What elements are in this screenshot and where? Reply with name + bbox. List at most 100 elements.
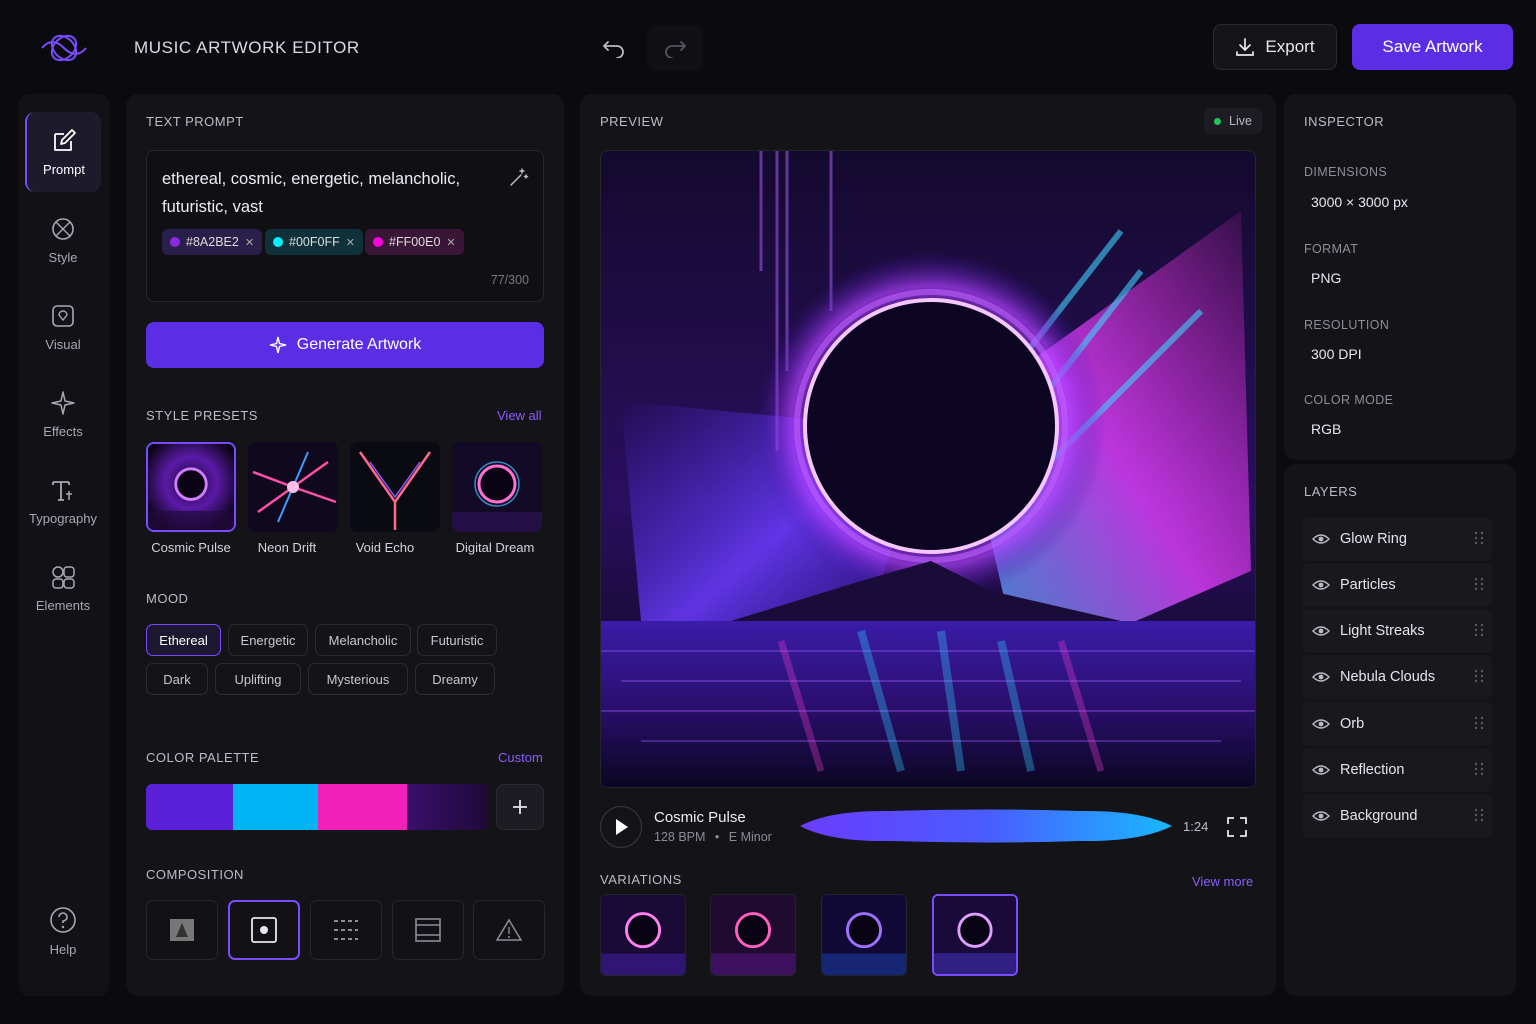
layer-item[interactable]: Glow Ring bbox=[1302, 517, 1492, 561]
mood-chip[interactable]: Dreamy bbox=[415, 663, 495, 695]
dimensions-value[interactable]: 3000 × 3000 px bbox=[1311, 194, 1408, 210]
layer-item[interactable]: Light Streaks bbox=[1302, 609, 1492, 653]
rail-label: Typography bbox=[29, 510, 97, 526]
meta-separator: • bbox=[714, 830, 720, 844]
prompt-text[interactable]: ethereal, cosmic, energetic, melancholic… bbox=[162, 165, 492, 221]
composition-focus-icon bbox=[251, 917, 277, 943]
color-chip[interactable]: #FF00E0 ✕ bbox=[365, 229, 464, 255]
live-badge: Live bbox=[1204, 108, 1262, 134]
resolution-value[interactable]: 300 DPI bbox=[1311, 346, 1362, 362]
custom-palette-link[interactable]: Custom bbox=[498, 750, 543, 765]
palette-swatch[interactable] bbox=[318, 784, 407, 830]
tool-rail: Prompt Style Visual Effects Typography E… bbox=[19, 94, 109, 996]
mood-chip[interactable]: Mysterious bbox=[308, 663, 408, 695]
composition-option[interactable] bbox=[392, 900, 464, 960]
composition-centered-icon bbox=[170, 919, 194, 941]
rail-label: Prompt bbox=[43, 161, 85, 177]
section-title: MOOD bbox=[146, 591, 189, 606]
color-palette-bar[interactable] bbox=[146, 784, 488, 830]
section-title: LAYERS bbox=[1304, 484, 1358, 499]
layer-item[interactable]: Orb bbox=[1302, 702, 1492, 746]
layer-item[interactable]: Nebula Clouds bbox=[1302, 655, 1492, 699]
section-title: COLOR PALETTE bbox=[146, 750, 260, 765]
composition-option[interactable] bbox=[228, 900, 300, 960]
mood-chip[interactable]: Melancholic bbox=[315, 624, 411, 656]
layer-name: Particles bbox=[1340, 577, 1396, 593]
rail-item-elements[interactable]: Elements bbox=[25, 548, 101, 628]
drag-handle-icon[interactable] bbox=[1474, 716, 1484, 730]
preset-thumbnail[interactable] bbox=[350, 442, 440, 532]
add-color-button[interactable] bbox=[496, 784, 544, 830]
preset-thumbnail[interactable] bbox=[452, 442, 542, 532]
mood-chip[interactable]: Ethereal bbox=[146, 624, 221, 656]
eye-icon[interactable] bbox=[1312, 625, 1330, 637]
section-title: VARIATIONS bbox=[600, 872, 682, 887]
play-icon bbox=[616, 819, 628, 835]
palette-swatch[interactable] bbox=[146, 784, 233, 830]
drag-handle-icon[interactable] bbox=[1474, 669, 1484, 683]
save-artwork-button[interactable]: Save Artwork bbox=[1352, 24, 1513, 70]
rail-item-prompt[interactable]: Prompt bbox=[25, 112, 101, 192]
artwork-preview-canvas[interactable] bbox=[600, 150, 1256, 788]
remove-chip-icon[interactable]: ✕ bbox=[245, 236, 254, 249]
variation-thumbnail[interactable] bbox=[710, 894, 796, 976]
color-mode-value[interactable]: RGB bbox=[1311, 421, 1341, 437]
preset-thumbnail[interactable] bbox=[248, 442, 338, 532]
redo-button[interactable] bbox=[647, 25, 703, 71]
drag-handle-icon[interactable] bbox=[1474, 577, 1484, 591]
generate-artwork-button[interactable]: Generate Artwork bbox=[146, 322, 544, 368]
color-chip[interactable]: #8A2BE2 ✕ bbox=[162, 229, 263, 255]
sparkle-icon bbox=[51, 390, 75, 415]
preset-thumbnail[interactable] bbox=[146, 442, 236, 532]
eye-icon[interactable] bbox=[1312, 533, 1330, 545]
rail-item-effects[interactable]: Effects bbox=[25, 374, 101, 454]
variation-thumbnail[interactable] bbox=[932, 894, 1018, 976]
prompt-input[interactable]: ethereal, cosmic, energetic, melancholic… bbox=[146, 150, 544, 302]
undo-button[interactable] bbox=[586, 25, 642, 71]
chip-label: #FF00E0 bbox=[389, 235, 441, 249]
remove-chip-icon[interactable]: ✕ bbox=[346, 236, 355, 249]
variation-thumbnail[interactable] bbox=[600, 894, 686, 976]
layer-item[interactable]: Background bbox=[1302, 794, 1492, 838]
eye-icon[interactable] bbox=[1312, 671, 1330, 683]
mood-chip[interactable]: Uplifting bbox=[215, 663, 301, 695]
composition-option[interactable] bbox=[146, 900, 218, 960]
eye-icon[interactable] bbox=[1312, 579, 1330, 591]
mood-chip[interactable]: Futuristic bbox=[417, 624, 497, 656]
play-button[interactable] bbox=[600, 806, 642, 848]
rail-item-visual[interactable]: Visual bbox=[25, 287, 101, 367]
rail-item-style[interactable]: Style bbox=[25, 200, 101, 280]
drag-handle-icon[interactable] bbox=[1474, 808, 1484, 822]
export-button[interactable]: Export bbox=[1213, 24, 1337, 70]
drag-handle-icon[interactable] bbox=[1474, 762, 1484, 776]
audio-waveform[interactable] bbox=[800, 806, 1172, 846]
mood-chip[interactable]: Dark bbox=[146, 663, 208, 695]
fullscreen-icon[interactable] bbox=[1226, 816, 1248, 838]
composition-option[interactable] bbox=[310, 900, 382, 960]
layer-item[interactable]: Reflection bbox=[1302, 748, 1492, 792]
preset-label: Digital Dream bbox=[455, 540, 535, 555]
palette-swatch[interactable] bbox=[233, 784, 318, 830]
composition-option[interactable] bbox=[473, 900, 545, 960]
magic-wand-icon[interactable] bbox=[509, 167, 529, 187]
help-button[interactable]: Help bbox=[25, 906, 101, 970]
drag-handle-icon[interactable] bbox=[1474, 531, 1484, 545]
mood-chip[interactable]: Energetic bbox=[228, 624, 308, 656]
eye-icon[interactable] bbox=[1312, 764, 1330, 776]
drag-handle-icon[interactable] bbox=[1474, 623, 1484, 637]
composition-triangle-icon bbox=[495, 918, 523, 941]
color-chip[interactable]: #00F0FF ✕ bbox=[265, 229, 363, 255]
view-all-link[interactable]: View all bbox=[497, 408, 542, 423]
view-more-link[interactable]: View more bbox=[1192, 874, 1253, 889]
remove-chip-icon[interactable]: ✕ bbox=[446, 236, 455, 249]
layer-item[interactable]: Particles bbox=[1302, 563, 1492, 607]
format-value[interactable]: PNG bbox=[1311, 270, 1341, 286]
palette-swatch[interactable] bbox=[407, 784, 488, 830]
variation-thumbnail[interactable] bbox=[821, 894, 907, 976]
eye-icon[interactable] bbox=[1312, 718, 1330, 730]
rail-item-typography[interactable]: Typography bbox=[25, 461, 101, 541]
color-dot bbox=[373, 237, 383, 247]
eye-icon[interactable] bbox=[1312, 810, 1330, 822]
character-count: 77/300 bbox=[490, 273, 529, 287]
layer-name: Glow Ring bbox=[1340, 531, 1407, 547]
